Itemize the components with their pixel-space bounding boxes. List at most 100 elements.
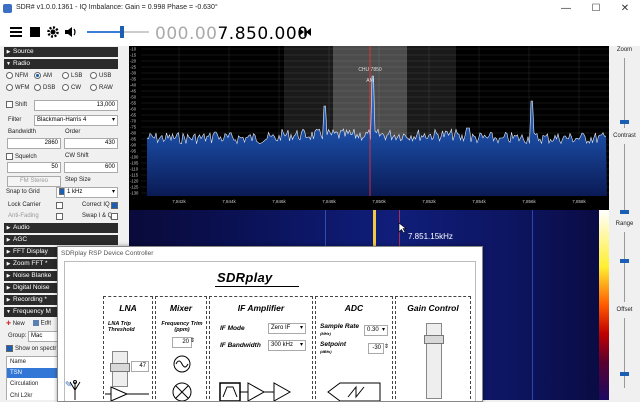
- mode-radio-lsb[interactable]: LSB: [62, 72, 82, 79]
- list-item[interactable]: TSN: [7, 368, 59, 378]
- stop-icon[interactable]: [28, 25, 42, 39]
- mode-radio-nfm[interactable]: NFM: [6, 72, 28, 79]
- order-input[interactable]: 430: [64, 138, 118, 149]
- if-title: IF Amplifier: [237, 303, 285, 313]
- squelch-checkbox[interactable]: Squelch: [6, 153, 37, 160]
- mode-radio-wfm[interactable]: WFM: [6, 84, 29, 91]
- if-mode-select[interactable]: Zero IF ▾: [268, 323, 306, 334]
- db-tick-label: -95: [130, 149, 137, 154]
- mode-radio-cw[interactable]: CW: [62, 84, 81, 91]
- menu-icon[interactable]: [9, 25, 23, 39]
- close-button[interactable]: ✕: [610, 0, 640, 18]
- radio-dot[interactable]: [6, 72, 13, 79]
- contrast-slider-thumb[interactable]: [620, 210, 629, 214]
- zoom-label: Zoom: [616, 47, 633, 53]
- tune-arrows-icon[interactable]: [298, 25, 312, 39]
- radio-dot[interactable]: [34, 72, 41, 79]
- volume-slider-thumb[interactable]: [120, 26, 124, 38]
- fm-show-on-spectrum[interactable]: Show on spectr: [6, 345, 56, 352]
- db-tick-label: -20: [130, 59, 137, 64]
- contrast-label: Contrast: [613, 133, 636, 139]
- gain-control-block: Gain Control: [395, 296, 471, 401]
- swap-iq-checkbox[interactable]: [111, 213, 120, 220]
- fm-stereo-button[interactable]: FM Stereo: [7, 176, 61, 187]
- adc-setpoint-input[interactable]: -30: [368, 343, 384, 354]
- filter-select[interactable]: Blackman-Harris 4 ▾: [34, 115, 118, 126]
- adc-icon: [327, 382, 381, 401]
- mixer-trim-input[interactable]: 20: [172, 337, 192, 348]
- contrast-slider[interactable]: [624, 144, 625, 214]
- spectrum-display[interactable]: CHU 7850 AM -10 -15 -20 -25 -30 -35 -40 -45 -50-…: [129, 46, 609, 210]
- squelch-input[interactable]: 50: [7, 162, 61, 173]
- bandwidth-label: Bandwidth: [8, 129, 37, 135]
- mode-radio-dsb[interactable]: DSB: [34, 84, 55, 91]
- range-slider-thumb[interactable]: [620, 259, 629, 263]
- shift-input[interactable]: 13,000: [34, 100, 118, 111]
- range-slider[interactable]: [624, 232, 625, 302]
- lna-trip-label: LNA Trip Threshold: [108, 321, 135, 333]
- lna-value[interactable]: 47: [131, 361, 149, 372]
- fm-col-name: Name: [10, 359, 27, 365]
- waterfall-color-scale: [599, 210, 609, 400]
- freq-tick-label: 7,844k: [222, 199, 236, 204]
- frequency-display[interactable]: 000.007.850.000: [155, 24, 309, 44]
- shift-checkbox[interactable]: Shift: [6, 101, 27, 108]
- adc-setpoint-spinner[interactable]: ⇕: [384, 343, 389, 350]
- section-source[interactable]: ▶ Source: [4, 47, 118, 57]
- speaker-icon[interactable]: [64, 25, 78, 39]
- mode-radio-raw[interactable]: RAW: [90, 84, 113, 91]
- db-tick-label: -110: [130, 167, 139, 172]
- freq-tick-label: 7,850k: [372, 199, 386, 204]
- radio-dot[interactable]: [34, 84, 41, 91]
- zoom-slider[interactable]: [624, 58, 625, 128]
- mixer-title: Mixer: [169, 303, 193, 313]
- radio-dot[interactable]: [90, 84, 97, 91]
- sdrplay-device-controller: SDRplay RSP Device Controller SDRplay LN…: [57, 246, 483, 402]
- snap-to-grid-label: Snap to Grid: [6, 189, 40, 195]
- radio-dot[interactable]: [90, 72, 97, 79]
- mode-label: RAW: [99, 85, 113, 92]
- freq-tick-label: 7,848k: [322, 199, 336, 204]
- gear-icon[interactable]: [46, 25, 60, 39]
- maximize-button[interactable]: ☐: [581, 0, 611, 18]
- list-item[interactable]: Chl L2kr: [10, 393, 32, 399]
- offset-slider-thumb[interactable]: [620, 372, 629, 376]
- offset-slider[interactable]: [624, 318, 625, 388]
- mixer-trim-spinner[interactable]: ⇕: [190, 337, 195, 344]
- title-bar: SDR# v1.0.0.1361 - IQ Imbalance: Gain = …: [0, 0, 640, 19]
- section-radio[interactable]: ▼ Radio: [4, 59, 118, 69]
- mode-radio-usb[interactable]: USB: [90, 72, 111, 79]
- anti-fading-checkbox[interactable]: [56, 213, 65, 220]
- freq-tick-label: 7,846k: [272, 199, 286, 204]
- lock-carrier-checkbox[interactable]: [56, 202, 65, 209]
- app-icon: [3, 4, 12, 13]
- zoom-slider-thumb[interactable]: [620, 120, 629, 124]
- adc-sample-rate-select[interactable]: 0.30 ▾: [364, 325, 388, 336]
- minimize-button[interactable]: —: [551, 0, 581, 18]
- bandwidth-input[interactable]: 2860: [7, 138, 61, 149]
- radio-dot[interactable]: [6, 84, 13, 91]
- radio-dot[interactable]: [62, 84, 69, 91]
- window-title: SDR# v1.0.0.1361 - IQ Imbalance: Gain = …: [16, 4, 218, 11]
- mode-label: AM: [43, 73, 52, 80]
- mode-label: LSB: [71, 73, 83, 80]
- lna-slider-thumb[interactable]: [110, 363, 130, 372]
- fm-new-button[interactable]: ✚ New: [6, 320, 25, 327]
- fm-edit-button[interactable]: Edit: [33, 320, 51, 327]
- if-bandwidth-select[interactable]: 300 kHz ▾: [268, 340, 306, 351]
- adc-sample-rate-unit: (MHz): [320, 331, 331, 336]
- db-tick-label: -40: [130, 83, 137, 88]
- mode-radio-am[interactable]: AM: [34, 72, 52, 79]
- section-audio[interactable]: ▶ Audio: [4, 223, 118, 233]
- correct-iq-checkbox[interactable]: [111, 202, 120, 209]
- section-agc[interactable]: ▶ AGC: [4, 235, 118, 245]
- gain-slider-thumb[interactable]: [424, 335, 444, 344]
- cw-shift-input[interactable]: 600: [64, 162, 118, 173]
- if-amplifier-block: IF Amplifier IF Mode Zero IF ▾ IF Bandwid…: [209, 296, 313, 401]
- list-item[interactable]: Circulation: [10, 381, 38, 387]
- radio-dot[interactable]: [62, 72, 69, 79]
- db-tick-label: -10: [130, 47, 137, 52]
- edit-pencil-icon[interactable]: ✎: [65, 380, 72, 389]
- step-size-select[interactable]: 1 kHz ▾: [64, 187, 118, 198]
- mode-label: NFM: [15, 73, 28, 80]
